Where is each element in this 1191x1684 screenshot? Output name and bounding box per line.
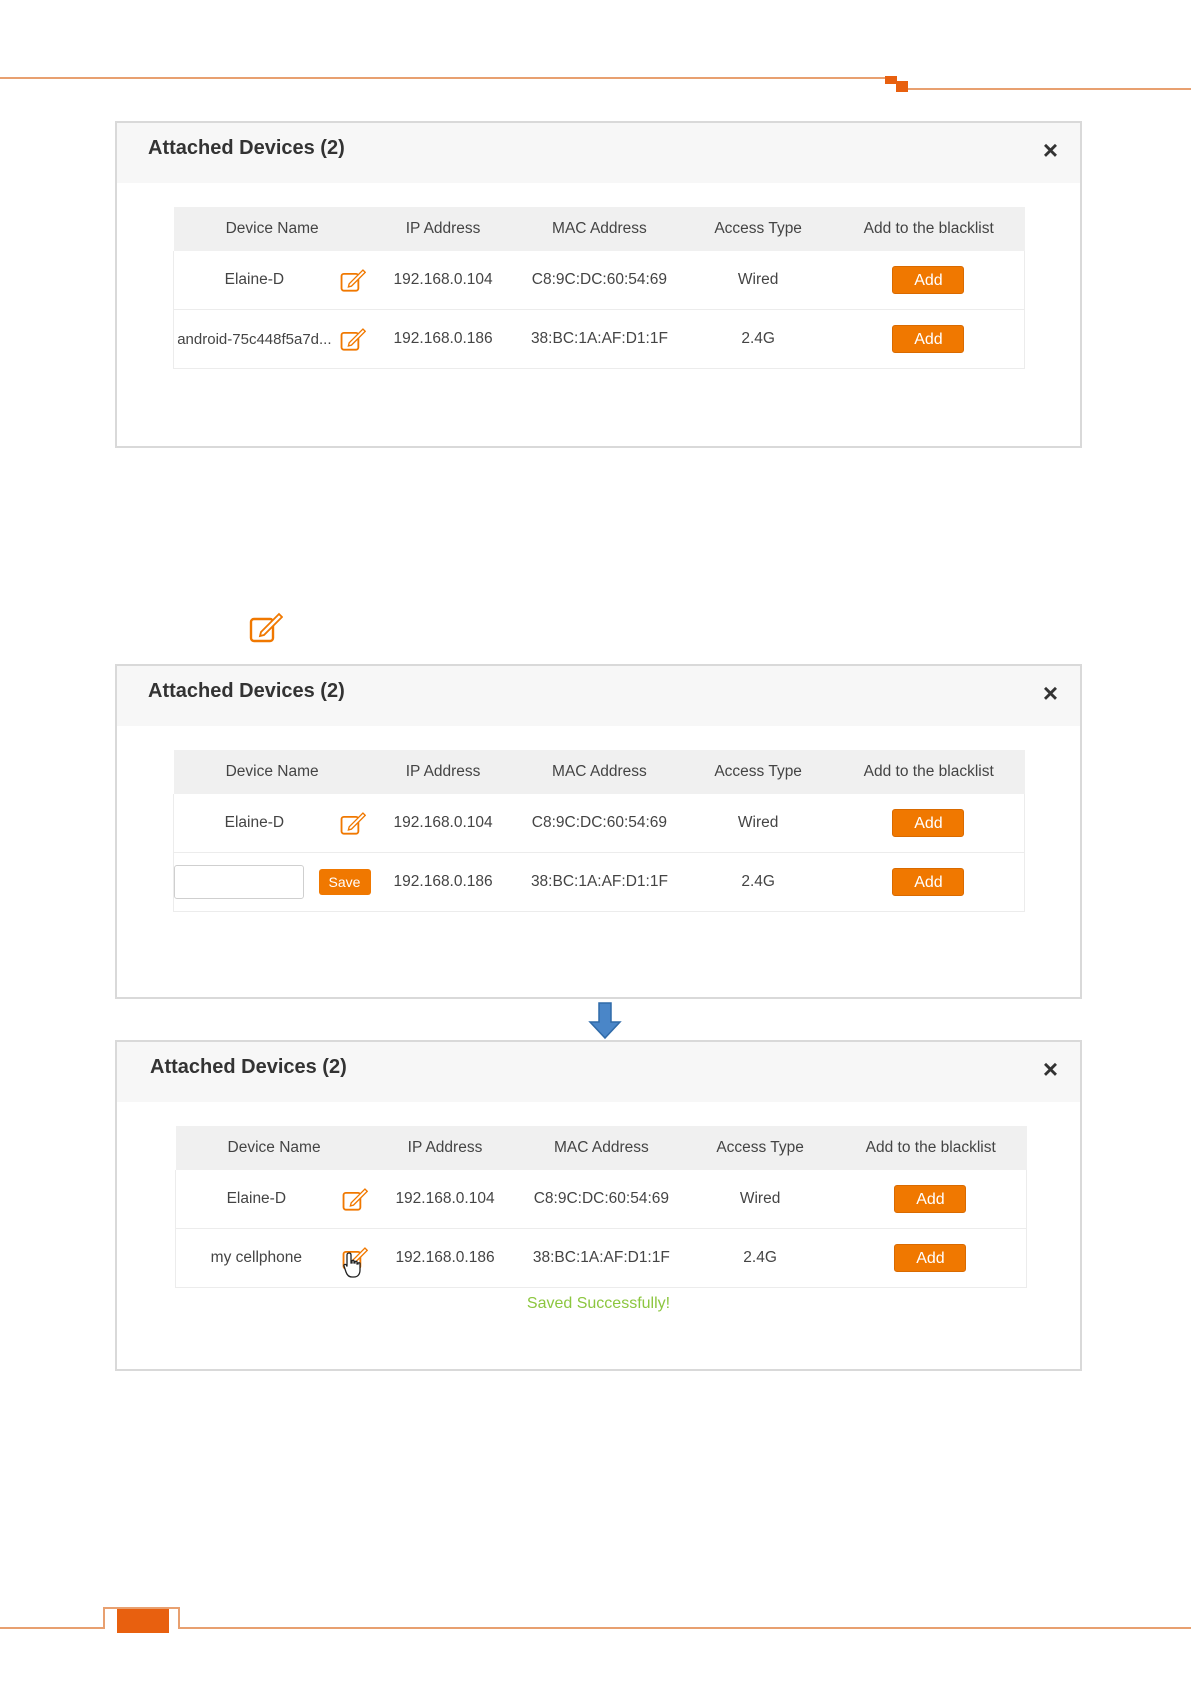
table-row: android-75c448f5a7d... 192.168.0.186 38:… — [172, 309, 1025, 369]
device-name: Elaine-D — [172, 251, 335, 310]
hand-cursor-icon — [342, 1252, 361, 1278]
edit-icon — [249, 612, 283, 643]
table-row: Save 192.168.0.186 38:BC:1A:AF:D1:1F 2.4… — [172, 852, 1025, 912]
attached-devices-dialog: Attached Devices (2) × Device Name IP Ad… — [115, 121, 1082, 448]
column-header-ip: IP Address — [370, 207, 516, 251]
close-icon[interactable]: × — [1043, 137, 1058, 163]
column-header-blacklist: Add to the blacklist — [834, 1126, 1027, 1170]
ip-address: 192.168.0.104 — [370, 794, 516, 853]
column-header-device-name: Device Name — [173, 207, 371, 251]
dialog-title: Attached Devices (2) — [148, 137, 345, 159]
table-row: my cellphone 192.168.0.186 38:BC:1A:AF:D… — [174, 1228, 1027, 1288]
add-to-blacklist-button[interactable]: Add — [892, 809, 965, 837]
access-type: Wired — [683, 251, 833, 310]
attached-devices-dialog: Attached Devices (2) × Device Name IP Ad… — [115, 664, 1082, 999]
dialog-title: Attached Devices (2) — [148, 680, 345, 702]
device-name: my cellphone — [174, 1228, 337, 1288]
devices-table: Device Name IP Address MAC Address Acces… — [172, 207, 1025, 369]
mac-address: C8:9C:DC:60:54:69 — [515, 251, 684, 310]
column-header-access-type: Access Type — [683, 207, 833, 251]
column-header-blacklist: Add to the blacklist — [832, 750, 1025, 794]
ip-address: 192.168.0.104 — [372, 1170, 518, 1229]
column-header-mac: MAC Address — [515, 750, 684, 794]
column-header-access-type: Access Type — [685, 1126, 835, 1170]
ip-address: 192.168.0.186 — [370, 309, 516, 369]
page-number-tab-fill — [117, 1609, 169, 1633]
column-header-mac: MAC Address — [515, 207, 684, 251]
mac-address: C8:9C:DC:60:54:69 — [517, 1170, 686, 1229]
dialog-title: Attached Devices (2) — [150, 1056, 347, 1078]
devices-table: Device Name IP Address MAC Address Acces… — [174, 1126, 1027, 1288]
table-row: Elaine-D 192.168.0.104 C8:9C:DC:60:54:69… — [174, 1170, 1027, 1229]
ip-address: 192.168.0.104 — [370, 251, 516, 310]
devices-table: Device Name IP Address MAC Address Acces… — [172, 750, 1025, 912]
down-arrow-icon — [588, 1002, 622, 1040]
top-rule-right — [906, 88, 1191, 90]
edit-icon[interactable] — [340, 267, 366, 293]
column-header-device-name: Device Name — [175, 1126, 373, 1170]
device-name: Elaine-D — [174, 1170, 337, 1229]
column-header-ip: IP Address — [370, 750, 516, 794]
mac-address: 38:BC:1A:AF:D1:1F — [515, 852, 684, 912]
dialog-header: Attached Devices (2) × — [117, 1042, 1080, 1102]
device-name-input[interactable] — [174, 865, 305, 899]
save-button[interactable]: Save — [318, 869, 371, 895]
top-rule — [0, 77, 893, 79]
mac-address: 38:BC:1A:AF:D1:1F — [517, 1228, 686, 1288]
access-type: Wired — [683, 794, 833, 853]
access-type: 2.4G — [685, 1228, 835, 1288]
edit-icon[interactable] — [342, 1186, 368, 1212]
access-type: Wired — [685, 1170, 835, 1229]
add-to-blacklist-button[interactable]: Add — [894, 1244, 967, 1272]
device-name: Elaine-D — [172, 794, 335, 853]
ip-address: 192.168.0.186 — [370, 852, 516, 912]
add-to-blacklist-button[interactable]: Add — [892, 325, 965, 353]
status-message: Saved Successfully! — [526, 1295, 671, 1312]
table-row: Elaine-D 192.168.0.104 C8:9C:DC:60:54:69… — [172, 794, 1025, 853]
table-row: Elaine-D 192.168.0.104 C8:9C:DC:60:54:69… — [172, 251, 1025, 310]
top-accent-mark — [896, 81, 908, 92]
edit-icon[interactable] — [340, 326, 366, 352]
access-type: 2.4G — [683, 852, 833, 912]
add-to-blacklist-button[interactable]: Add — [892, 868, 965, 896]
attached-devices-dialog: Attached Devices (2) × Device Name IP Ad… — [115, 1040, 1082, 1371]
device-name-edit-cell: Save — [172, 852, 371, 912]
mac-address: 38:BC:1A:AF:D1:1F — [515, 309, 684, 369]
column-header-device-name: Device Name — [173, 750, 371, 794]
ip-address: 192.168.0.186 — [372, 1228, 518, 1288]
device-name: android-75c448f5a7d... — [172, 309, 335, 369]
edit-icon[interactable] — [340, 810, 366, 836]
column-header-mac: MAC Address — [517, 1126, 686, 1170]
column-header-ip: IP Address — [372, 1126, 518, 1170]
dialog-header: Attached Devices (2) × — [117, 666, 1080, 726]
access-type: 2.4G — [683, 309, 833, 369]
add-to-blacklist-button[interactable]: Add — [894, 1185, 967, 1213]
dialog-header: Attached Devices (2) × — [117, 123, 1080, 183]
column-header-access-type: Access Type — [683, 750, 833, 794]
add-to-blacklist-button[interactable]: Add — [892, 266, 965, 294]
close-icon[interactable]: × — [1043, 680, 1058, 706]
mac-address: C8:9C:DC:60:54:69 — [515, 794, 684, 853]
column-header-blacklist: Add to the blacklist — [832, 207, 1025, 251]
close-icon[interactable]: × — [1043, 1056, 1058, 1082]
